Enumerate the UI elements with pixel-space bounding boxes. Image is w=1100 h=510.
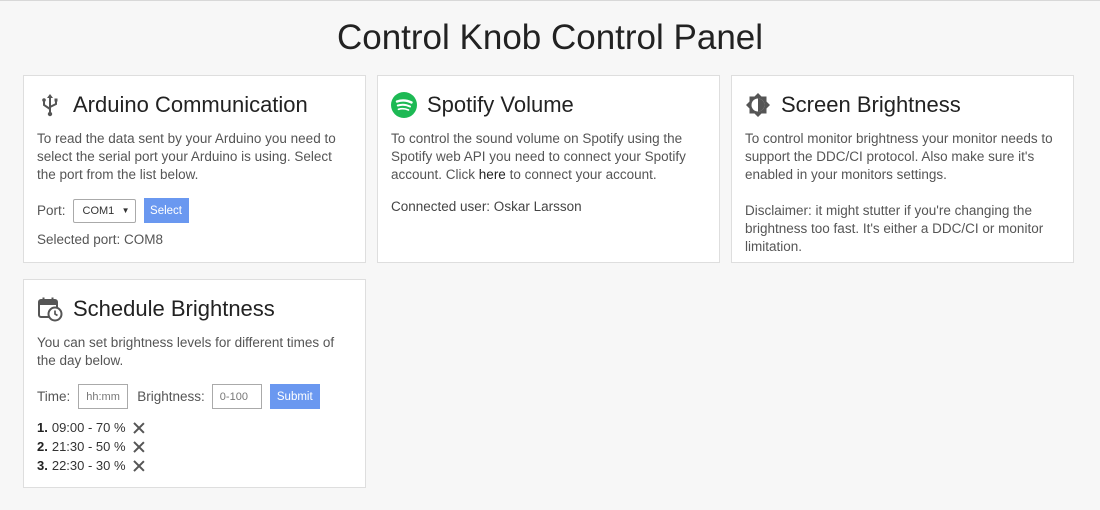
spotify-description: To control the sound volume on Spotify u… [391, 130, 706, 184]
connect-spotify-link[interactable]: here [479, 167, 506, 182]
brightness-input[interactable]: 0-100 [211, 384, 262, 409]
list-item-number: 1. [37, 419, 48, 435]
spotify-card: Spotify Volume To control the sound volu… [377, 75, 720, 263]
port-label: Port: [37, 202, 66, 218]
screen-brightness-card: Screen Brightness To control monitor bri… [731, 75, 1074, 263]
arduino-description: To read the data sent by your Arduino yo… [37, 131, 336, 182]
list-item-text: 22:30 - 30 % [51, 457, 126, 473]
submit-button[interactable]: Submit [269, 384, 320, 409]
brightness-icon [745, 92, 771, 118]
close-icon[interactable] [133, 460, 145, 472]
time-input[interactable]: hh:mm [78, 384, 129, 409]
list-item-text: 21:30 - 50 % [51, 438, 126, 454]
usb-icon [37, 92, 63, 118]
close-icon[interactable] [133, 441, 145, 453]
time-label: Time: [37, 388, 71, 404]
spotify-description-text-end: to connect your account. [505, 167, 657, 182]
list-item: 2. 21:30 - 50 % [37, 437, 352, 456]
schedule-title: Schedule Brightness [73, 296, 275, 321]
list-item-number: 3. [37, 457, 48, 473]
list-item: 3. 22:30 - 30 % [37, 456, 352, 475]
selected-port-text: Selected port: COM8 [37, 232, 164, 247]
arduino-card: Arduino Communication To read the data s… [23, 75, 366, 263]
port-select[interactable]: COM1 ▼ [72, 198, 136, 223]
chevron-down-icon: ▼ [121, 205, 130, 215]
screen-description: To control monitor brightness your monit… [745, 131, 1053, 182]
select-port-button[interactable]: Select [143, 198, 189, 223]
screen-brightness-title: Screen Brightness [781, 92, 961, 117]
port-select-value: COM1 [82, 204, 115, 217]
close-icon[interactable] [133, 422, 145, 434]
connected-user-text: Connected user: Oskar Larsson [391, 199, 582, 214]
schedule-card: Schedule Brightness You can set brightne… [23, 279, 366, 488]
brightness-label: Brightness: [137, 388, 205, 404]
schedule-description: You can set brightness levels for differ… [37, 335, 335, 368]
arduino-title: Arduino Communication [73, 92, 308, 117]
schedule-list: 1. 09:00 - 70 % 2. 21:30 - 50 % 3. 22:30… [37, 418, 352, 475]
page-title: Control Knob Control Panel [336, 18, 764, 57]
screen-disclaimer: Disclaimer: it might stutter if you're c… [745, 203, 1044, 254]
list-item: 1. 09:00 - 70 % [37, 418, 352, 437]
spotify-icon [391, 92, 417, 118]
list-item-number: 2. [37, 438, 48, 454]
spotify-title: Spotify Volume [427, 92, 574, 117]
calendar-clock-icon [37, 296, 63, 322]
list-item-text: 09:00 - 70 % [51, 419, 126, 435]
